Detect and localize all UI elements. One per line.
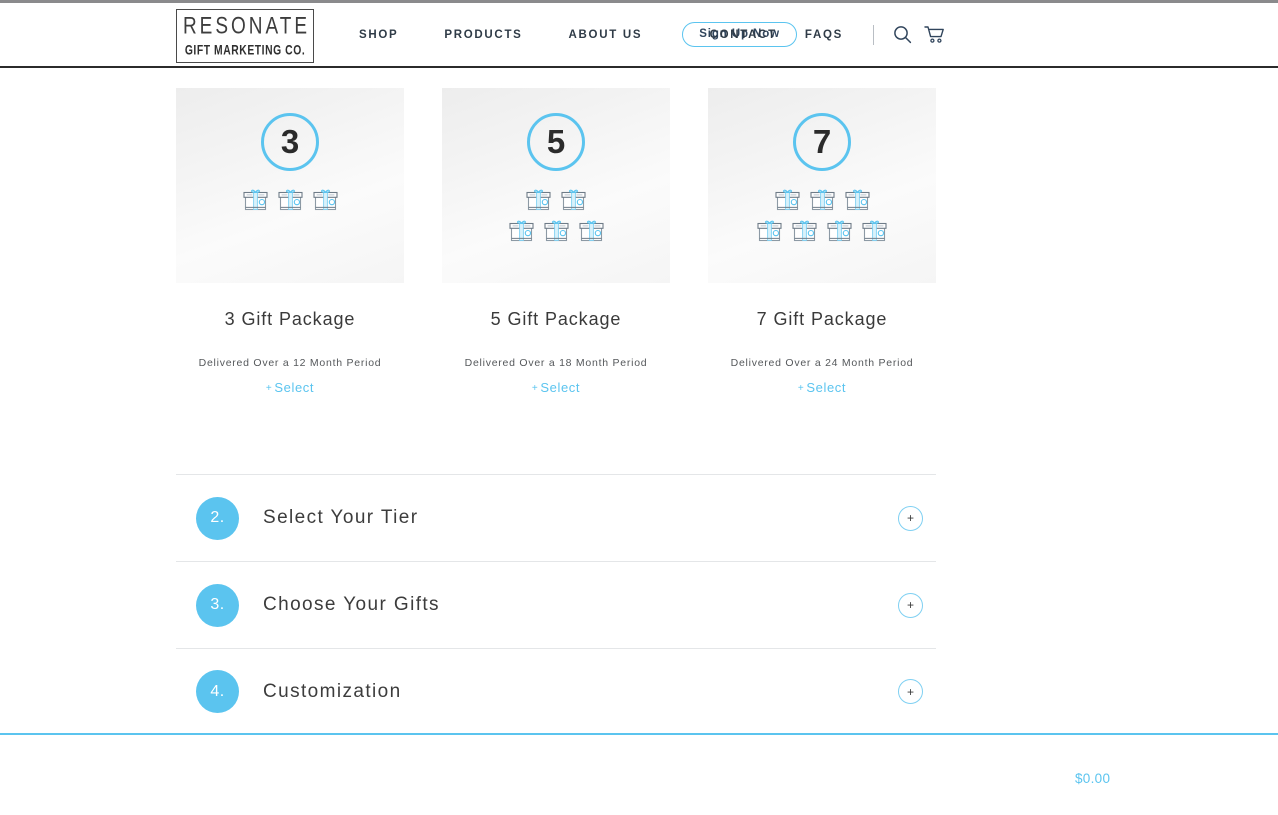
gift-box-icon (757, 220, 782, 242)
search-icon[interactable] (888, 21, 916, 49)
secondary-navigation: CONTACT FAQS (696, 3, 948, 66)
plus-icon: + (797, 383, 805, 394)
package-illustration: 5 (442, 88, 670, 283)
gift-box-icon (508, 220, 534, 242)
logo-tagline: GIFT MARKETING CO. (185, 43, 306, 58)
package-select-button[interactable]: + Select (176, 380, 404, 395)
plus-icon: + (265, 383, 273, 394)
package-card[interactable]: 3 3 Gift Package Delivered Over a 12 Mon… (176, 88, 404, 395)
gift-box-icon (277, 189, 303, 211)
step-label: Select Your Tier (263, 507, 419, 528)
step-number-badge: 4. (196, 670, 239, 713)
gift-icon-row (774, 186, 871, 213)
gift-box-icon (844, 189, 870, 211)
accordion-row-select-your-tier[interactable]: 2. Select Your Tier + (176, 474, 936, 561)
gift-icon-grid (508, 186, 605, 244)
step-number-badge: 3. (196, 583, 239, 627)
nav-shop[interactable]: SHOP (336, 29, 421, 41)
nav-faqs[interactable]: FAQS (791, 29, 857, 41)
gift-box-icon (827, 220, 852, 242)
package-illustration: 3 (176, 88, 404, 283)
package-title: 5 Gift Package (490, 309, 622, 329)
accordion-row-customization[interactable]: 4. Customization + (176, 648, 936, 735)
package-select-button[interactable]: + Select (708, 380, 936, 395)
package-select-label: Select (806, 380, 847, 395)
logo-wordmark: RESONATE (182, 12, 311, 39)
step-number-badge: 2. (196, 496, 239, 540)
package-card[interactable]: 5 5 Gift Package Delivered Over a 18 Mon… (442, 88, 670, 395)
nav-divider (873, 24, 874, 45)
step-label: Customization (263, 680, 402, 702)
package-subtitle: Delivered Over a 18 Month Period (464, 357, 648, 369)
package-number: 7 (812, 123, 832, 160)
sticky-bottom-bar: $0.00 (0, 733, 1278, 815)
cart-icon[interactable] (920, 21, 948, 49)
gift-box-icon (774, 189, 800, 211)
gift-box-icon (312, 189, 338, 211)
expand-plus-icon[interactable]: + (898, 505, 923, 531)
package-card[interactable]: 7 7 Gift Package Delivered Over a 24 Mon… (708, 88, 936, 395)
gift-box-icon (578, 220, 604, 242)
package-number: 3 (280, 123, 300, 160)
gift-icon-row (242, 186, 339, 213)
gift-box-icon (809, 189, 835, 211)
accordion-row-choose-your-gifts[interactable]: 3. Choose Your Gifts + (176, 561, 936, 648)
package-subtitle: Delivered Over a 24 Month Period (730, 357, 914, 369)
site-logo[interactable]: RESONATE GIFT MARKETING CO. (176, 9, 314, 63)
package-subtitle: Delivered Over a 12 Month Period (198, 357, 382, 369)
package-options: 3 3 Gift Package Delivered Over a 12 Mon… (176, 88, 936, 395)
nav-about-us[interactable]: ABOUT US (546, 29, 666, 41)
gift-box-icon (543, 220, 569, 242)
package-select-label: Select (274, 380, 315, 395)
nav-products[interactable]: PRODUCTS (421, 29, 545, 41)
expand-plus-icon[interactable]: + (898, 592, 923, 618)
gift-box-icon (561, 189, 586, 211)
plus-icon: + (531, 383, 539, 394)
gift-box-icon (792, 220, 817, 242)
package-title: 3 Gift Package (224, 309, 356, 329)
expand-plus-icon[interactable]: + (898, 679, 923, 704)
package-select-button[interactable]: + Select (442, 380, 670, 395)
gift-icon-grid (756, 186, 888, 244)
package-number: 5 (546, 123, 566, 160)
gift-icon-row (508, 217, 605, 244)
site-header: RESONATE GIFT MARKETING CO. SHOP PRODUCT… (0, 3, 1278, 68)
package-select-label: Select (540, 380, 581, 395)
package-title: 7 Gift Package (756, 309, 888, 329)
cart-total: $0.00 (1075, 771, 1111, 786)
nav-contact[interactable]: CONTACT (696, 29, 791, 41)
gift-box-icon (862, 220, 887, 242)
package-number-badge: 5 (527, 113, 585, 171)
step-accordion: 2. Select Your Tier + 3. Choose Your Gif… (176, 474, 936, 735)
gift-icon-row (525, 186, 587, 213)
step-label: Choose Your Gifts (263, 594, 440, 615)
package-illustration: 7 (708, 88, 936, 283)
gift-box-icon (526, 189, 551, 211)
package-number-badge: 7 (793, 113, 851, 171)
gift-box-icon (242, 189, 268, 211)
package-number-badge: 3 (261, 113, 319, 171)
gift-icon-grid (242, 186, 339, 213)
gift-icon-row (756, 217, 888, 244)
